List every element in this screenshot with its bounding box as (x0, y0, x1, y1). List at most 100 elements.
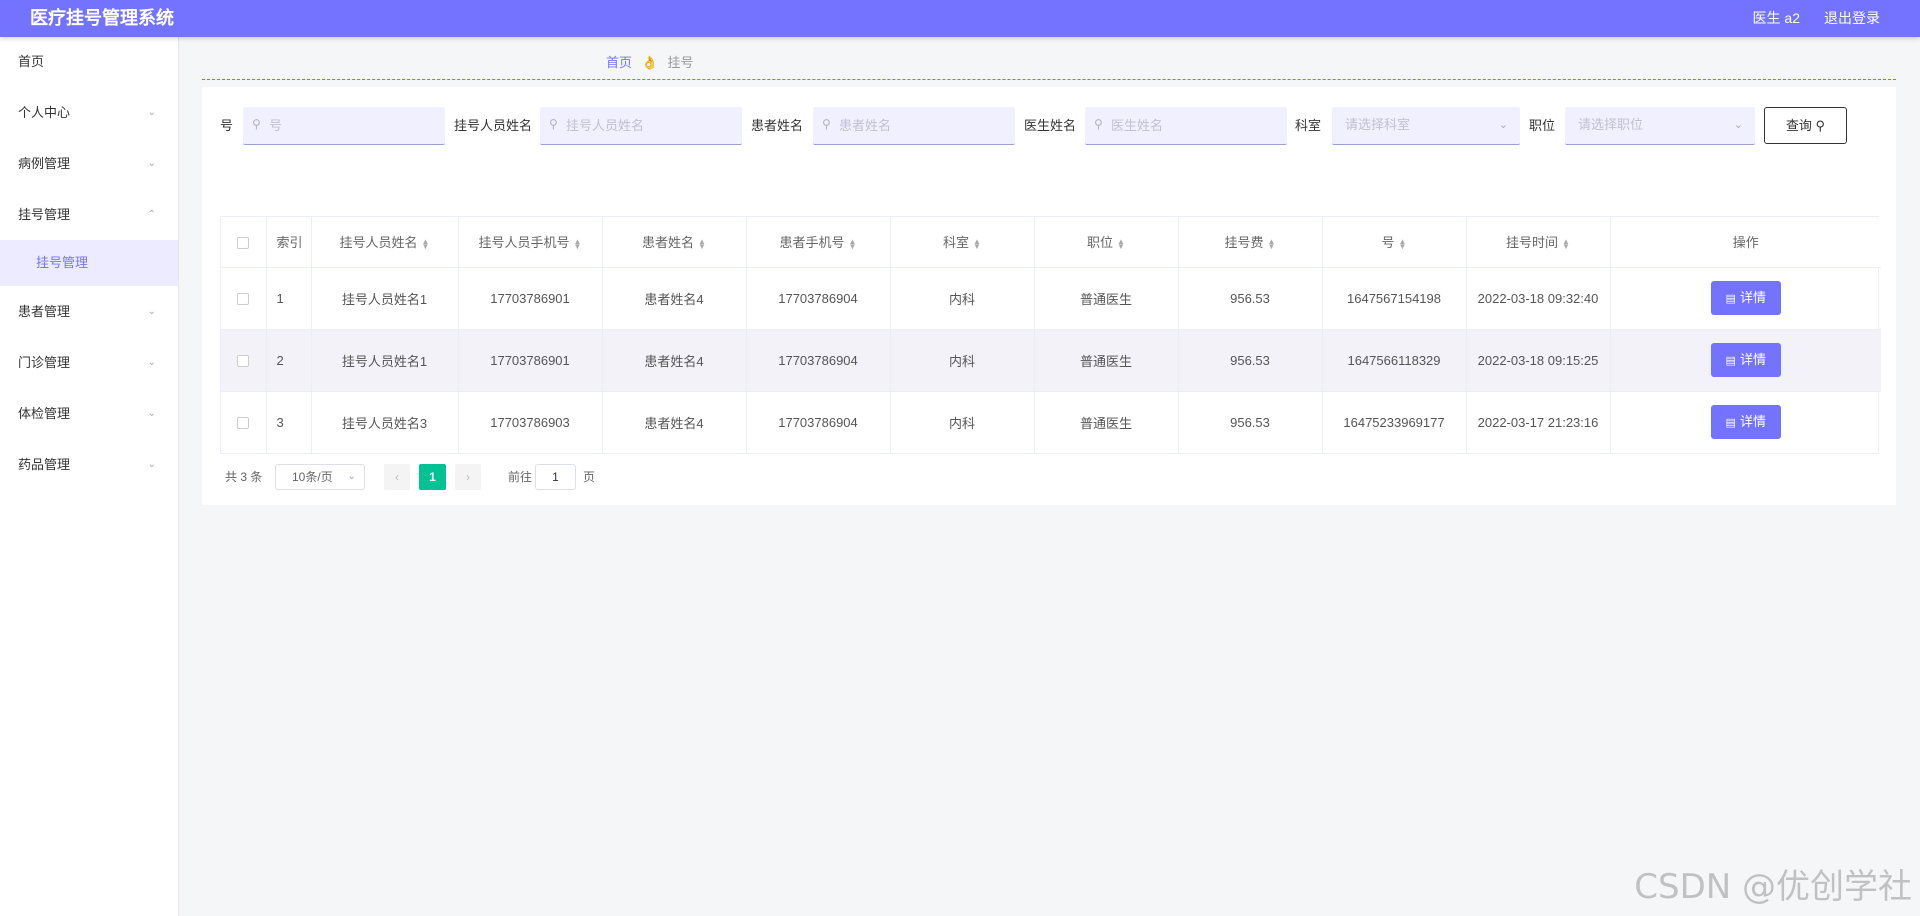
page-number-current[interactable]: 1 (419, 464, 446, 490)
cell-department: 内科 (890, 329, 1035, 392)
breadcrumb-home[interactable]: 首页 (606, 55, 632, 70)
sort-icon[interactable]: ▲ ▼ (973, 237, 981, 250)
sidebar-item-personal-center[interactable]: 个人中心 ⌄ (0, 87, 178, 138)
table-row[interactable]: 2 挂号人员姓名1 17703786901 患者姓名4 17703786904 … (221, 329, 1881, 392)
cell-fee: 956.53 (1178, 391, 1323, 453)
goto-page-input[interactable] (535, 464, 576, 490)
cell-number: 16475233969177 (1322, 391, 1467, 453)
column-header-sortable[interactable]: 挂号时间 ▲ ▼ (1466, 217, 1611, 268)
row-checkbox[interactable] (237, 417, 250, 430)
table-row[interactable]: 3 挂号人员姓名3 17703786903 患者姓名4 17703786904 … (221, 391, 1881, 453)
column-header-sortable[interactable]: 患者姓名 ▲ ▼ (602, 217, 747, 268)
chevron-down-icon: ⌄ (147, 459, 156, 470)
sort-icon[interactable]: ▲ ▼ (698, 237, 706, 250)
patient-name-input[interactable] (839, 107, 1011, 143)
sidebar-item-registration-management[interactable]: 挂号管理 ⌃ (0, 189, 178, 240)
select-all-checkbox[interactable] (237, 236, 250, 249)
sidebar-item-label: 体检管理 (18, 406, 71, 421)
number-search-input[interactable]: ⚲ (243, 107, 445, 145)
sidebar-item-label: 病例管理 (18, 156, 71, 171)
sort-icon[interactable]: ▲ ▼ (1562, 237, 1570, 250)
document-icon: ▤ (1725, 293, 1736, 305)
column-header-sortable[interactable]: 职位 ▲ ▼ (1034, 217, 1179, 268)
column-header: 操作 (1610, 217, 1881, 268)
cell-position: 普通医生 (1034, 267, 1179, 330)
registrant-name-search-input[interactable]: ⚲ (540, 107, 742, 145)
registrant-name-input[interactable] (566, 107, 738, 143)
row-checkbox[interactable] (237, 293, 250, 306)
sort-icon[interactable]: ▲ ▼ (574, 237, 582, 250)
column-header-sortable[interactable]: 挂号人员手机号 ▲ ▼ (458, 217, 603, 268)
number-input[interactable] (269, 107, 441, 143)
sort-icon[interactable]: ▲ ▼ (1268, 237, 1276, 250)
document-icon: ▤ (1725, 417, 1736, 430)
cell-fee: 956.53 (1178, 329, 1323, 392)
sidebar-item-patient-management[interactable]: 患者管理 ⌄ (0, 286, 178, 337)
cell-patient-name: 患者姓名4 (602, 267, 747, 330)
column-header-label: 挂号人员手机号 (478, 235, 570, 251)
column-header-sortable[interactable]: 挂号费 ▲ ▼ (1178, 217, 1323, 268)
cell-index: 1 (266, 267, 312, 330)
query-label: 查询 (1785, 118, 1812, 133)
cell-department: 内科 (890, 391, 1035, 453)
sidebar-item-outpatient-management[interactable]: 门诊管理 ⌄ (0, 337, 178, 388)
department-select[interactable]: 请选择科室 ⌄ (1332, 107, 1520, 145)
cell-registrant-name: 挂号人员姓名3 (311, 391, 459, 453)
chevron-down-icon: ⌄ (147, 306, 156, 317)
column-header-sortable[interactable]: 患者手机号 ▲ ▼ (746, 217, 891, 268)
column-header-sortable[interactable]: 科室 ▲ ▼ (890, 217, 1035, 268)
hand-ok-icon: 👌 (641, 55, 658, 70)
sidebar-item-home[interactable]: 首页 (0, 37, 178, 87)
field-label: 科室 (1295, 118, 1322, 133)
sort-icon[interactable]: ▲ ▼ (849, 237, 857, 250)
cell-actions: ▤ 详情 (1610, 267, 1881, 330)
breadcrumb: 首页 👌 挂号 (606, 52, 693, 71)
chevron-down-icon: ⌄ (147, 107, 156, 118)
sidebar-item-drug-management[interactable]: 药品管理 ⌄ (0, 439, 178, 490)
next-page-button[interactable]: › (455, 464, 481, 490)
cell-registrant-phone: 17703786901 (458, 329, 603, 392)
column-header-sortable[interactable]: 挂号人员姓名 ▲ ▼ (311, 217, 459, 268)
logout-link[interactable]: 退出登录 (1824, 0, 1880, 36)
sidebar-subitem-registration[interactable]: 挂号管理 (0, 240, 178, 286)
search-icon: ⚲ (549, 117, 558, 131)
divider (202, 79, 1896, 80)
sidebar-item-case-management[interactable]: 病例管理 ⌄ (0, 138, 178, 189)
cell-position: 普通医生 (1034, 329, 1179, 392)
field-label: 号 (220, 118, 234, 133)
sort-icon[interactable]: ▲ ▼ (1399, 237, 1407, 250)
doctor-name-search-input[interactable]: ⚲ (1085, 107, 1287, 145)
field-label: 患者姓名 (751, 118, 804, 133)
cell-registrant-name: 挂号人员姓名1 (311, 267, 459, 330)
chevron-down-icon: ⌄ (147, 158, 156, 169)
cell-index: 3 (266, 391, 312, 453)
sidebar-item-label: 患者管理 (18, 304, 71, 319)
detail-button[interactable]: ▤ 详情 (1710, 281, 1781, 315)
doctor-name-input[interactable] (1111, 107, 1283, 143)
query-button[interactable]: 查询 ⚲ (1764, 107, 1847, 144)
row-checkbox[interactable] (237, 355, 250, 368)
column-header-label: 职位 (1087, 235, 1114, 251)
sidebar-item-label: 门诊管理 (18, 355, 71, 370)
chevron-down-icon: ⌄ (347, 471, 356, 482)
detail-button[interactable]: ▤ 详情 (1710, 343, 1781, 377)
sidebar-item-checkup-management[interactable]: 体检管理 ⌄ (0, 388, 178, 439)
sort-icon[interactable]: ▲ ▼ (1117, 237, 1125, 250)
sort-icon[interactable]: ▲ ▼ (422, 237, 430, 250)
search-icon: ⚲ (1094, 117, 1103, 131)
table-row[interactable]: 1 挂号人员姓名1 17703786901 患者姓名4 17703786904 … (221, 267, 1881, 330)
column-header-label: 科室 (943, 235, 970, 251)
page-size-select[interactable]: 10条/页 ⌄ (275, 464, 365, 490)
cell-actions: ▤ 详情 (1610, 329, 1881, 392)
detail-button[interactable]: ▤ 详情 (1710, 405, 1781, 440)
sidebar-item-label: 个人中心 (18, 105, 71, 120)
table-header-row: 索引 挂号人员姓名 ▲ ▼ 挂号人员手机号 ▲ ▼ 患者姓名 ▲ ▼ 患者手机号 ▲ ▼ 科室 ▲… (221, 217, 1881, 268)
patient-name-search-input[interactable]: ⚲ (813, 107, 1015, 145)
cell-patient-phone: 17703786904 (746, 267, 891, 330)
column-header-sortable[interactable]: 号 ▲ ▼ (1322, 217, 1467, 268)
position-select[interactable]: 请选择职位 ⌄ (1565, 107, 1755, 145)
chevron-down-icon: ⌄ (1733, 119, 1743, 131)
chevron-down-icon: ⌄ (147, 408, 156, 419)
prev-page-button[interactable]: ‹ (384, 464, 410, 490)
cell-patient-phone: 17703786904 (746, 329, 891, 392)
